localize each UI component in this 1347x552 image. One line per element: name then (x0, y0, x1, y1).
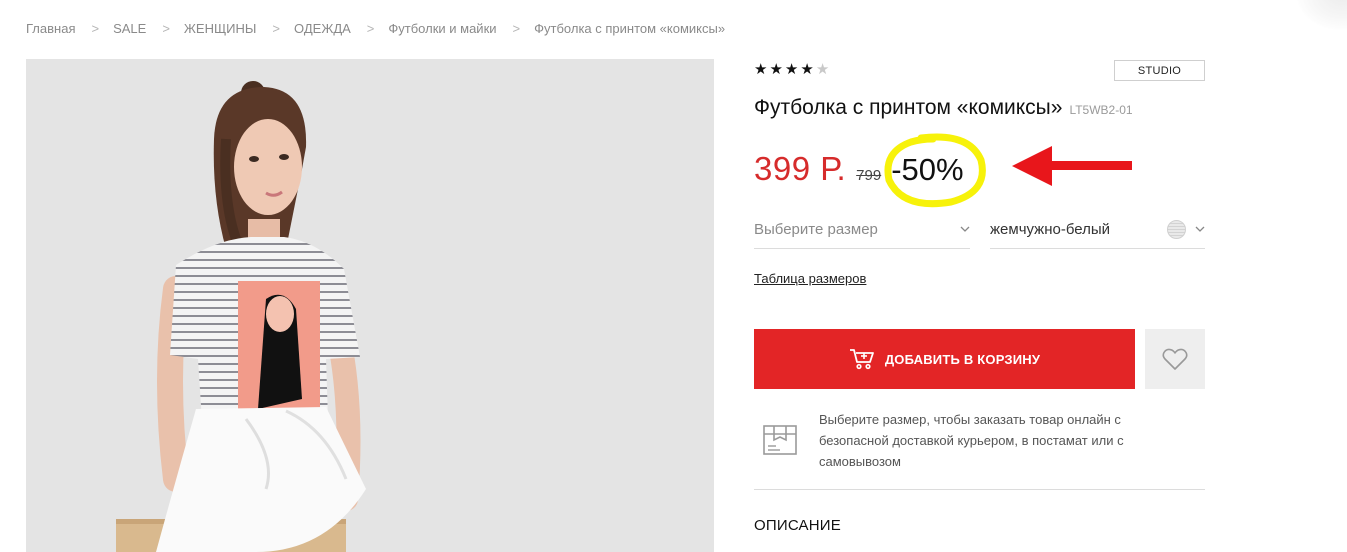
color-select-value: жемчужно-белый (990, 220, 1111, 238)
breadcrumb-sale[interactable]: SALE (113, 21, 146, 36)
brand-badge[interactable]: STUDIO (1114, 60, 1205, 81)
size-select-placeholder: Выберите размер (754, 220, 878, 238)
add-to-cart-label: ДОБАВИТЬ В КОРЗИНУ (884, 351, 1041, 367)
heart-icon (1162, 348, 1188, 370)
wishlist-button[interactable] (1145, 329, 1205, 389)
corner-shadow (1297, 0, 1347, 30)
arrow-annotation-icon (1012, 146, 1132, 186)
breadcrumb-tshirts[interactable]: Футболки и майки (388, 21, 496, 36)
color-select-controls (1167, 219, 1205, 239)
breadcrumb-separator: > (162, 21, 170, 36)
color-select[interactable]: жемчужно-белый (990, 210, 1205, 249)
breadcrumb-separator: > (512, 21, 521, 36)
product-photo[interactable] (26, 59, 714, 552)
star-empty-icon: ★ (815, 61, 830, 78)
add-to-cart-button[interactable]: ДОБАВИТЬ В КОРЗИНУ (754, 329, 1135, 389)
rating-stars: ★ ★ ★ ★ ★ (754, 61, 829, 79)
delivery-info-text: Выберите размер, чтобы заказать товар он… (819, 412, 1124, 469)
price-row: 399 Р. 799 -50% (754, 150, 964, 188)
delivery-info: Выберите размер, чтобы заказать товар он… (754, 408, 1205, 490)
breadcrumb-home[interactable]: Главная (26, 21, 75, 36)
breadcrumb-separator: > (91, 21, 100, 36)
breadcrumb: Главная > SALE > ЖЕНЩИНЫ > ОДЕЖДА > Футб… (26, 21, 725, 36)
discount-label: -50% (891, 152, 964, 187)
breadcrumb-current: Футболка с принтом «комиксы» (534, 21, 726, 36)
star-icon: ★ (800, 61, 814, 78)
description-tab[interactable]: ОПИСАНИЕ (754, 517, 841, 534)
breadcrumb-women[interactable]: ЖЕНЩИНЫ (184, 21, 257, 36)
breadcrumb-separator: > (366, 21, 375, 36)
breadcrumb-separator: > (272, 21, 281, 36)
product-sku: LT5WB2-01 (1069, 103, 1133, 117)
product-title: Футболка с принтом «комиксы» (754, 96, 1063, 119)
price-current: 399 Р. (754, 150, 847, 187)
chevron-down-icon (1195, 226, 1205, 232)
product-title-row: Футболка с принтом «комиксы» LT5WB2-01 (754, 96, 1133, 120)
price-old: 799 (856, 167, 882, 184)
color-swatch-icon (1167, 219, 1186, 239)
star-icon: ★ (769, 61, 783, 78)
size-select[interactable]: Выберите размер (754, 210, 970, 249)
package-box-icon (763, 425, 797, 455)
star-icon: ★ (754, 61, 768, 78)
breadcrumb-clothing[interactable]: ОДЕЖДА (294, 21, 351, 36)
chevron-down-icon (960, 226, 970, 232)
shopping-cart-icon (849, 349, 874, 370)
product-photo-illustration (26, 59, 714, 552)
star-icon: ★ (784, 61, 799, 78)
size-table-link[interactable]: Таблица размеров (754, 271, 866, 286)
